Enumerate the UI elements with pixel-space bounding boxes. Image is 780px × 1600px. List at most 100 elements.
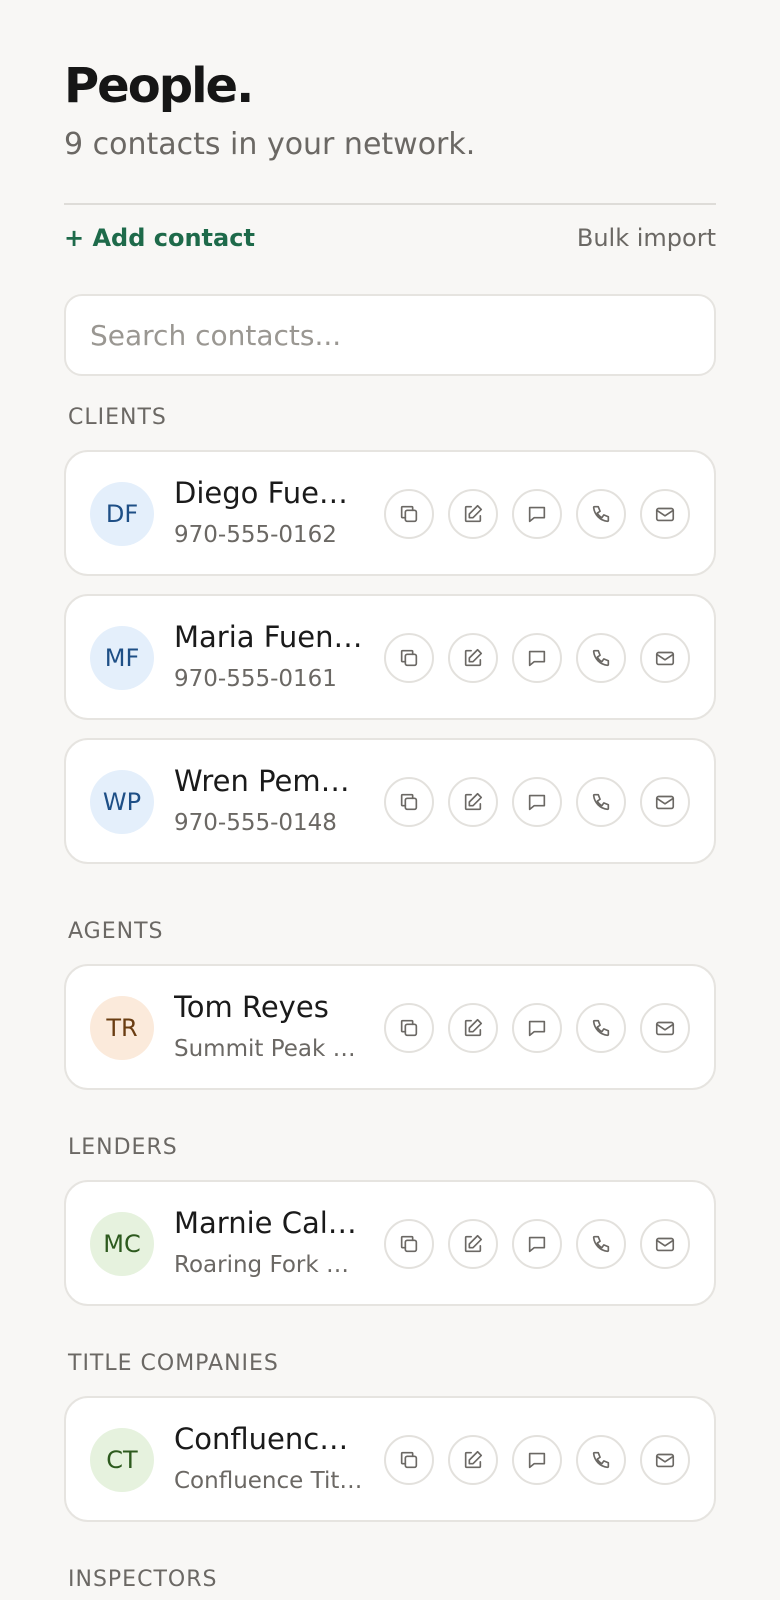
contact-name: Maria Fuentes <box>174 620 364 654</box>
avatar: MF <box>90 626 154 690</box>
contact-detail: 970-555-0148 <box>174 810 337 836</box>
contact-name: Tom Reyes <box>174 990 329 1024</box>
group-label-title-companies: TITLE COMPANIES <box>68 1351 279 1376</box>
copy-button[interactable] <box>384 777 434 827</box>
phone-icon <box>592 1235 610 1253</box>
contact-actions <box>384 1003 690 1053</box>
email-button[interactable] <box>640 777 690 827</box>
avatar: MC <box>90 1212 154 1276</box>
page-subtitle: 9 contacts in your network. <box>64 127 476 162</box>
edit-icon <box>464 1234 483 1253</box>
call-button[interactable] <box>576 777 626 827</box>
mail-icon <box>655 1237 675 1252</box>
avatar: DF <box>90 482 154 546</box>
message-button[interactable] <box>512 777 562 827</box>
avatar: WP <box>90 770 154 834</box>
call-button[interactable] <box>576 1435 626 1485</box>
edit-icon <box>464 1018 483 1037</box>
message-icon <box>528 506 546 523</box>
edit-button[interactable] <box>448 1219 498 1269</box>
edit-icon <box>464 792 483 811</box>
message-icon <box>528 1452 546 1469</box>
group-label-clients: CLIENTS <box>68 405 167 430</box>
copy-button[interactable] <box>384 489 434 539</box>
contact-card[interactable]: MF Maria Fuentes 970-555-0161 <box>64 594 716 720</box>
message-button[interactable] <box>512 633 562 683</box>
mail-icon <box>655 795 675 810</box>
call-button[interactable] <box>576 1219 626 1269</box>
call-button[interactable] <box>576 489 626 539</box>
call-button[interactable] <box>576 1003 626 1053</box>
message-icon <box>528 1020 546 1037</box>
contact-name: Wren Pemberton <box>174 764 364 798</box>
group-label-lenders: LENDERS <box>68 1135 178 1160</box>
message-button[interactable] <box>512 1219 562 1269</box>
message-button[interactable] <box>512 489 562 539</box>
contact-actions <box>384 1435 690 1485</box>
contact-name: Diego Fuentes <box>174 476 364 510</box>
phone-icon <box>592 793 610 811</box>
mail-icon <box>655 651 675 666</box>
contact-card[interactable]: WP Wren Pemberton 970-555-0148 <box>64 738 716 864</box>
copy-icon <box>400 793 418 811</box>
email-button[interactable] <box>640 1003 690 1053</box>
copy-icon <box>400 1451 418 1469</box>
message-button[interactable] <box>512 1003 562 1053</box>
edit-button[interactable] <box>448 1003 498 1053</box>
copy-icon <box>400 505 418 523</box>
contact-actions <box>384 489 690 539</box>
contact-detail: Roaring Fork Home Loans <box>174 1252 364 1278</box>
message-icon <box>528 1236 546 1253</box>
edit-button[interactable] <box>448 633 498 683</box>
avatar: TR <box>90 996 154 1060</box>
email-button[interactable] <box>640 633 690 683</box>
bulk-import-button[interactable]: Bulk import <box>577 224 716 252</box>
contact-actions <box>384 633 690 683</box>
group-label-agents: AGENTS <box>68 919 164 944</box>
people-page: People. 9 contacts in your network. + Ad… <box>0 0 780 1600</box>
contact-detail: 970-555-0162 <box>174 522 337 548</box>
divider <box>64 203 716 205</box>
email-button[interactable] <box>640 1435 690 1485</box>
edit-icon <box>464 648 483 667</box>
edit-icon <box>464 504 483 523</box>
phone-icon <box>592 1019 610 1037</box>
mail-icon <box>655 1453 675 1468</box>
add-contact-button[interactable]: + Add contact <box>64 224 255 252</box>
page-title: People. <box>64 58 254 114</box>
contact-detail: Confluence Title Co. <box>174 1468 364 1494</box>
message-icon <box>528 794 546 811</box>
edit-button[interactable] <box>448 1435 498 1485</box>
copy-button[interactable] <box>384 1219 434 1269</box>
email-button[interactable] <box>640 489 690 539</box>
call-button[interactable] <box>576 633 626 683</box>
edit-button[interactable] <box>448 489 498 539</box>
mail-icon <box>655 507 675 522</box>
copy-button[interactable] <box>384 1435 434 1485</box>
contact-actions <box>384 1219 690 1269</box>
message-button[interactable] <box>512 1435 562 1485</box>
contact-card[interactable]: DF Diego Fuentes 970-555-0162 <box>64 450 716 576</box>
contact-detail: 970-555-0161 <box>174 666 337 692</box>
copy-icon <box>400 649 418 667</box>
phone-icon <box>592 1451 610 1469</box>
copy-button[interactable] <box>384 1003 434 1053</box>
message-icon <box>528 650 546 667</box>
phone-icon <box>592 649 610 667</box>
edit-button[interactable] <box>448 777 498 827</box>
contact-card[interactable]: MC Marnie Callahan Roaring Fork Home Loa… <box>64 1180 716 1306</box>
contact-card[interactable]: CT Confluence Title Confluence Title Co. <box>64 1396 716 1522</box>
contact-actions <box>384 777 690 827</box>
contact-card[interactable]: TR Tom Reyes Summit Peak Realty <box>64 964 716 1090</box>
copy-icon <box>400 1019 418 1037</box>
contact-detail: Summit Peak Realty <box>174 1036 364 1062</box>
copy-button[interactable] <box>384 633 434 683</box>
contact-name: Confluence Title <box>174 1422 364 1456</box>
avatar: CT <box>90 1428 154 1492</box>
phone-icon <box>592 505 610 523</box>
edit-icon <box>464 1450 483 1469</box>
search-input[interactable] <box>64 294 716 376</box>
email-button[interactable] <box>640 1219 690 1269</box>
copy-icon <box>400 1235 418 1253</box>
mail-icon <box>655 1021 675 1036</box>
